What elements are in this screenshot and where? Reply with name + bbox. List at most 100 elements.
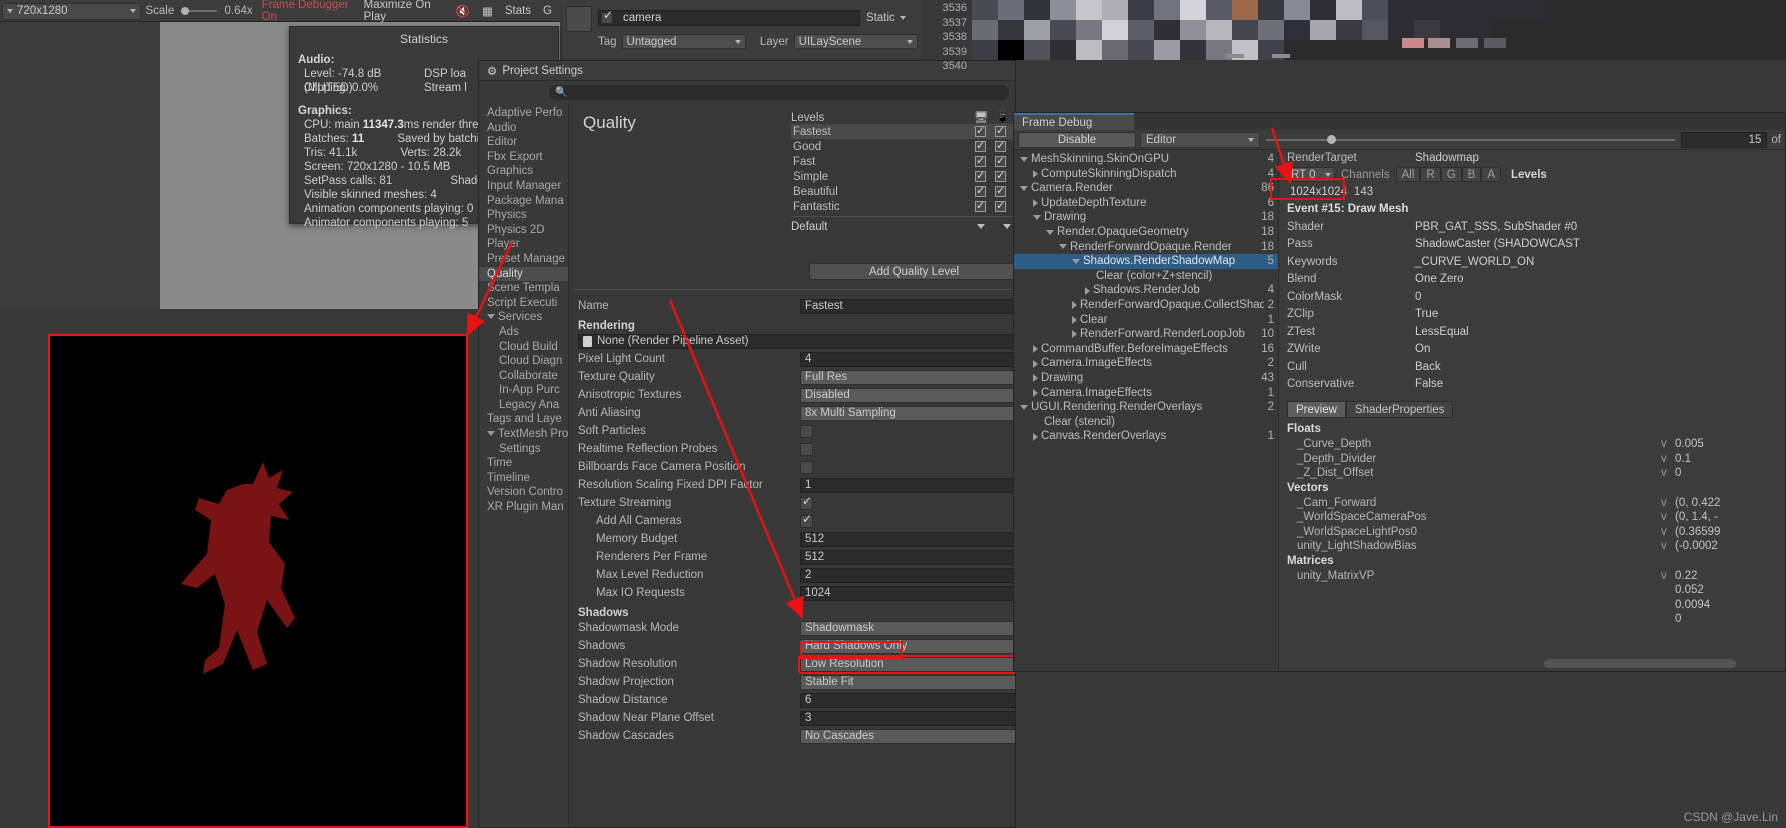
quality-level-row[interactable]: Fast🗑 [791, 154, 1015, 169]
frame-event-node[interactable]: Clear (stencil) [1014, 415, 1278, 430]
property-input[interactable]: 1 [800, 477, 1015, 493]
event-index-field[interactable]: 15 [1681, 131, 1768, 148]
sidebar-item-tags-and-laye[interactable]: Tags and Laye [479, 412, 568, 427]
frame-event-node[interactable]: UpdateDepthTexture 6 [1014, 196, 1278, 211]
property-input[interactable]: Fastest [800, 298, 1015, 314]
frame-event-node[interactable]: Clear (color+Z+stencil) [1014, 269, 1278, 284]
property-checkbox[interactable] [800, 442, 813, 456]
property-dropdown[interactable]: 8x Multi Sampling [800, 405, 1015, 421]
chevron-down-icon[interactable] [977, 224, 985, 229]
tab-frame-debug[interactable]: Frame Debug [1014, 113, 1134, 130]
property-input[interactable]: 4 [800, 351, 1015, 367]
chevron-right-icon[interactable] [1033, 359, 1038, 368]
sidebar-item-cloud-build[interactable]: Cloud Build [479, 340, 568, 355]
chevron-right-icon[interactable] [1033, 169, 1038, 178]
channel-r-button[interactable]: R [1420, 167, 1441, 182]
frame-event-node[interactable]: Camera.ImageEffects 2 [1014, 356, 1278, 371]
event-slider[interactable] [1266, 132, 1676, 148]
sidebar-item-fbx-export[interactable]: Fbx Export [479, 150, 568, 165]
sidebar-item-textmesh-pro[interactable]: TextMesh Pro [479, 427, 568, 442]
property-dropdown[interactable]: Shadowmask [800, 620, 1015, 636]
property-checkbox[interactable] [800, 512, 813, 528]
sidebar-item-player[interactable]: Player [479, 237, 568, 252]
property-input[interactable]: 2 [800, 567, 1015, 583]
property-checkbox[interactable] [800, 460, 813, 474]
quality-level-mobile-checkbox[interactable] [995, 169, 1006, 182]
static-dropdown[interactable]: Static [866, 10, 916, 26]
frame-event-node[interactable]: MeshSkinning.SkinOnGPU 4 [1014, 152, 1278, 167]
sidebar-item-quality[interactable]: Quality [479, 266, 568, 282]
sidebar-item-services[interactable]: Services [479, 310, 568, 325]
chevron-down-icon[interactable] [1020, 185, 1028, 191]
chevron-down-icon[interactable] [1003, 224, 1011, 229]
sidebar-item-timeline[interactable]: Timeline [479, 471, 568, 486]
sidebar-item-in-app-purc[interactable]: In-App Purc [479, 383, 568, 398]
quality-level-desktop-checkbox[interactable] [975, 124, 986, 137]
gizmos-button[interactable]: G [537, 3, 558, 20]
frame-event-node[interactable]: Camera.Render 86 [1014, 181, 1278, 196]
chevron-down-icon[interactable] [1033, 215, 1041, 221]
chevron-right-icon[interactable] [1033, 374, 1038, 383]
frame-event-node[interactable]: Shadows.RenderShadowMap 5 [1014, 254, 1278, 269]
property-checkbox[interactable] [800, 424, 813, 438]
frame-event-node[interactable]: Drawing 43 [1014, 371, 1278, 386]
chevron-down-icon[interactable] [487, 314, 495, 320]
frame-event-node[interactable]: Shadows.RenderJob 4 [1014, 283, 1278, 298]
chevron-right-icon[interactable] [1033, 199, 1038, 208]
quality-level-desktop-checkbox[interactable] [975, 139, 986, 152]
frame-event-node[interactable]: RenderForwardOpaque.CollectShadow 2 [1014, 298, 1278, 313]
maximize-on-play-button[interactable]: Maximize On Play [358, 0, 450, 23]
object-name-field[interactable]: camera [598, 10, 860, 26]
sidebar-item-physics-2d[interactable]: Physics 2D [479, 223, 568, 238]
tab-shader-properties[interactable]: ShaderProperties [1345, 401, 1454, 418]
quality-level-row[interactable]: Fastest🗑 [791, 124, 1015, 139]
sidebar-item-preset-manage[interactable]: Preset Manage [479, 252, 568, 267]
chevron-down-icon[interactable] [1046, 229, 1054, 235]
search-input[interactable]: 🔍 [549, 84, 1009, 100]
chevron-right-icon[interactable] [1033, 345, 1038, 354]
sidebar-item-scene-templa[interactable]: Scene Templa [479, 281, 568, 296]
sidebar-item-audio[interactable]: Audio [479, 121, 568, 136]
chevron-right-icon[interactable] [1072, 301, 1077, 310]
chevron-down-icon[interactable] [1059, 244, 1067, 250]
frame-event-node[interactable]: RenderForwardOpaque.Render 18 [1014, 240, 1278, 255]
frame-event-node[interactable]: Camera.ImageEffects 1 [1014, 386, 1278, 401]
quality-level-desktop-checkbox[interactable] [975, 169, 986, 182]
horizontal-scrollbar[interactable] [1544, 659, 1785, 668]
channel-all-button[interactable]: All [1395, 167, 1421, 182]
layer-dropdown[interactable]: UILayScene [793, 34, 918, 49]
quality-level-mobile-checkbox[interactable] [995, 124, 1006, 137]
frame-event-node[interactable]: Canvas.RenderOverlays 1 [1014, 429, 1278, 444]
resolution-dropdown[interactable]: 720x1280 [2, 2, 142, 20]
channel-b-button[interactable]: B [1461, 167, 1482, 182]
chevron-right-icon[interactable] [1085, 286, 1090, 295]
sidebar-item-version-contro[interactable]: Version Contro [479, 485, 568, 500]
add-quality-level-button[interactable]: Add Quality Level [809, 263, 1015, 280]
mute-audio-icon[interactable]: 🔇 [450, 3, 476, 20]
event-slider-knob[interactable] [1327, 135, 1337, 144]
stats-button[interactable]: Stats [499, 3, 537, 20]
chevron-down-icon[interactable] [1072, 258, 1080, 264]
property-dropdown[interactable]: Full Res [800, 369, 1015, 385]
chevron-right-icon[interactable] [1072, 315, 1077, 324]
chevron-down-icon[interactable] [1020, 156, 1028, 162]
frame-event-node[interactable]: Clear 1 [1014, 313, 1278, 328]
quality-level-mobile-checkbox[interactable] [995, 139, 1006, 152]
property-input[interactable]: 512 [800, 531, 1015, 547]
quality-level-desktop-checkbox[interactable] [975, 184, 986, 197]
frame-event-node[interactable]: RenderForward.RenderLoopJob 10 [1014, 327, 1278, 342]
frame-event-node[interactable]: ComputeSkinningDispatch 4 [1014, 167, 1278, 182]
sidebar-item-cloud-diagn[interactable]: Cloud Diagn [479, 354, 568, 369]
object-enabled-checkbox[interactable] [601, 8, 613, 24]
property-input[interactable]: 3 [800, 710, 1015, 726]
property-input[interactable]: 512 [800, 549, 1015, 565]
quality-level-mobile-checkbox[interactable] [995, 199, 1006, 212]
quality-level-desktop-checkbox[interactable] [975, 154, 986, 167]
chevron-down-icon[interactable] [487, 431, 495, 437]
channel-a-button[interactable]: A [1481, 167, 1501, 182]
quality-level-mobile-checkbox[interactable] [995, 184, 1006, 197]
render-pipeline-asset-field[interactable]: None (Render Pipeline Asset) [578, 333, 1015, 349]
sidebar-item-legacy-ana[interactable]: Legacy Ana [479, 398, 568, 413]
property-input[interactable]: 1024 [800, 585, 1015, 601]
chevron-down-icon[interactable] [1020, 404, 1028, 410]
